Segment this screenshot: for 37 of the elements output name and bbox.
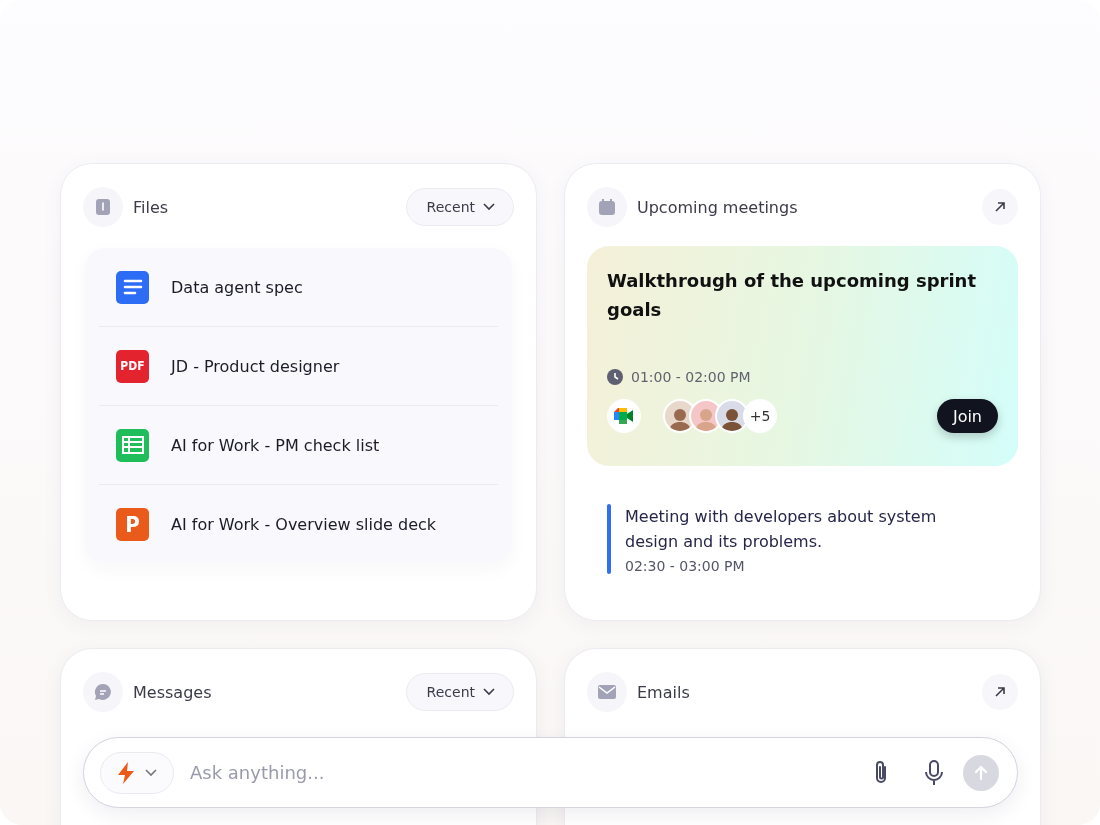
open-button[interactable] bbox=[982, 189, 1018, 225]
calendar-icon bbox=[587, 187, 627, 227]
microphone-icon bbox=[923, 759, 945, 786]
chevron-down-icon bbox=[483, 688, 495, 696]
join-button[interactable]: Join bbox=[936, 399, 998, 433]
video-call-icon bbox=[607, 399, 641, 433]
file-name[interactable]: AI for Work - Overview slide deck bbox=[171, 514, 437, 534]
card-title: Files bbox=[133, 197, 169, 217]
chevron-down-icon bbox=[145, 768, 157, 777]
file-name[interactable]: AI for Work - PM check list bbox=[171, 435, 380, 455]
arrow-up-icon bbox=[973, 764, 989, 781]
card-title: Emails bbox=[637, 682, 690, 702]
more-attendees-count: +5 bbox=[743, 399, 777, 433]
chat-icon bbox=[83, 672, 123, 712]
lightning-icon bbox=[117, 761, 135, 784]
mode-selector[interactable] bbox=[100, 751, 174, 794]
arrow-up-right-icon bbox=[994, 686, 1006, 698]
mail-icon bbox=[587, 672, 627, 712]
meeting-time: 01:00 - 02:00 PM bbox=[631, 369, 751, 385]
open-button[interactable] bbox=[982, 674, 1018, 710]
spreadsheet-icon bbox=[116, 428, 149, 462]
presentation-icon: P bbox=[116, 507, 149, 541]
clock-icon bbox=[607, 369, 623, 385]
meeting-time: 02:30 - 03:00 PM bbox=[625, 558, 746, 574]
recent-dropdown[interactable]: Recent bbox=[405, 673, 514, 711]
card-title: Messages bbox=[133, 682, 212, 702]
document-icon bbox=[116, 270, 149, 304]
card-title: Upcoming meetings bbox=[637, 197, 798, 217]
file-name[interactable]: JD - Product designer bbox=[171, 356, 340, 376]
arrow-up-right-icon bbox=[994, 201, 1006, 213]
meeting-title: Walkthrough of the upcoming sprint goals bbox=[607, 269, 977, 322]
chevron-down-icon bbox=[483, 203, 495, 211]
pdf-icon: PDF bbox=[116, 349, 149, 383]
file-name[interactable]: Data agent spec bbox=[171, 277, 303, 297]
recent-dropdown[interactable]: Recent bbox=[405, 188, 514, 226]
meeting-title: Meeting with developers about system design and its problems. bbox=[625, 506, 938, 553]
accent-bar bbox=[607, 504, 611, 574]
